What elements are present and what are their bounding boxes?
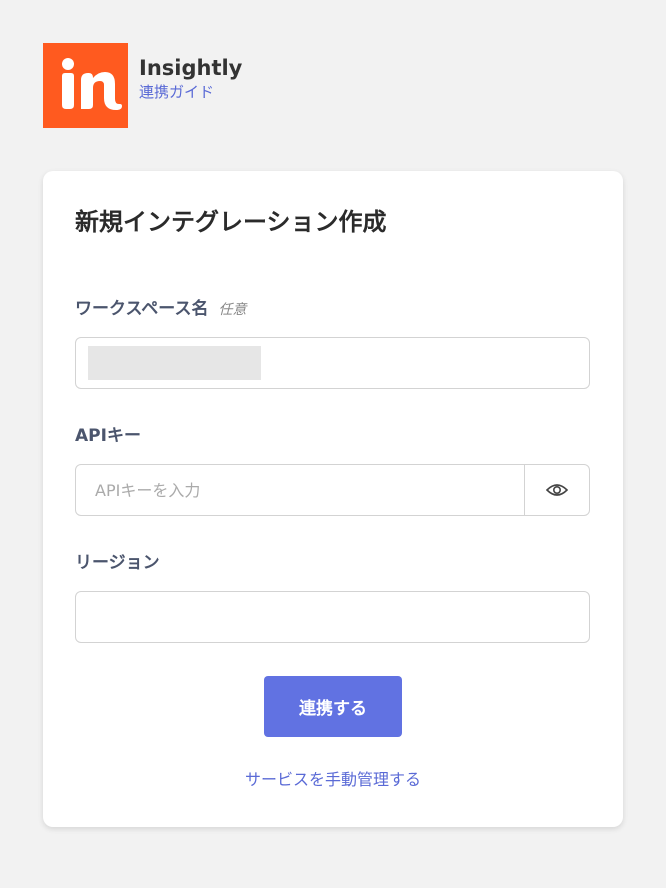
integration-form-card: 新規インテグレーション作成 ワークスペース名 任意 APIキー リージョン 連携す… — [43, 171, 623, 827]
insightly-logo — [43, 43, 128, 128]
toggle-visibility-button[interactable] — [524, 465, 589, 515]
workspace-name-label-text: ワークスペース名 — [75, 299, 209, 319]
optional-tag: 任意 — [218, 302, 247, 318]
api-key-label: APIキー — [75, 426, 141, 446]
insightly-logo-mark — [62, 58, 122, 110]
integration-guide-link[interactable]: 連携ガイド — [139, 81, 214, 103]
workspace-name-redacted-value — [88, 346, 261, 380]
api-key-input[interactable] — [76, 465, 526, 515]
connect-button[interactable]: 連携する — [264, 676, 402, 737]
eye-icon — [546, 484, 568, 496]
region-label: リージョン — [75, 553, 160, 573]
app-name: Insightly — [139, 55, 243, 80]
workspace-name-label: ワークスペース名 任意 — [75, 298, 246, 321]
manual-manage-link[interactable]: サービスを手動管理する — [43, 769, 623, 791]
app-header: Insightly 連携ガイド — [43, 43, 242, 128]
workspace-name-field[interactable] — [75, 337, 590, 389]
api-key-field-group — [75, 464, 590, 516]
region-field[interactable] — [75, 591, 590, 643]
page-title: 新規インテグレーション作成 — [75, 208, 387, 236]
brand-block: Insightly 連携ガイド — [139, 55, 242, 103]
